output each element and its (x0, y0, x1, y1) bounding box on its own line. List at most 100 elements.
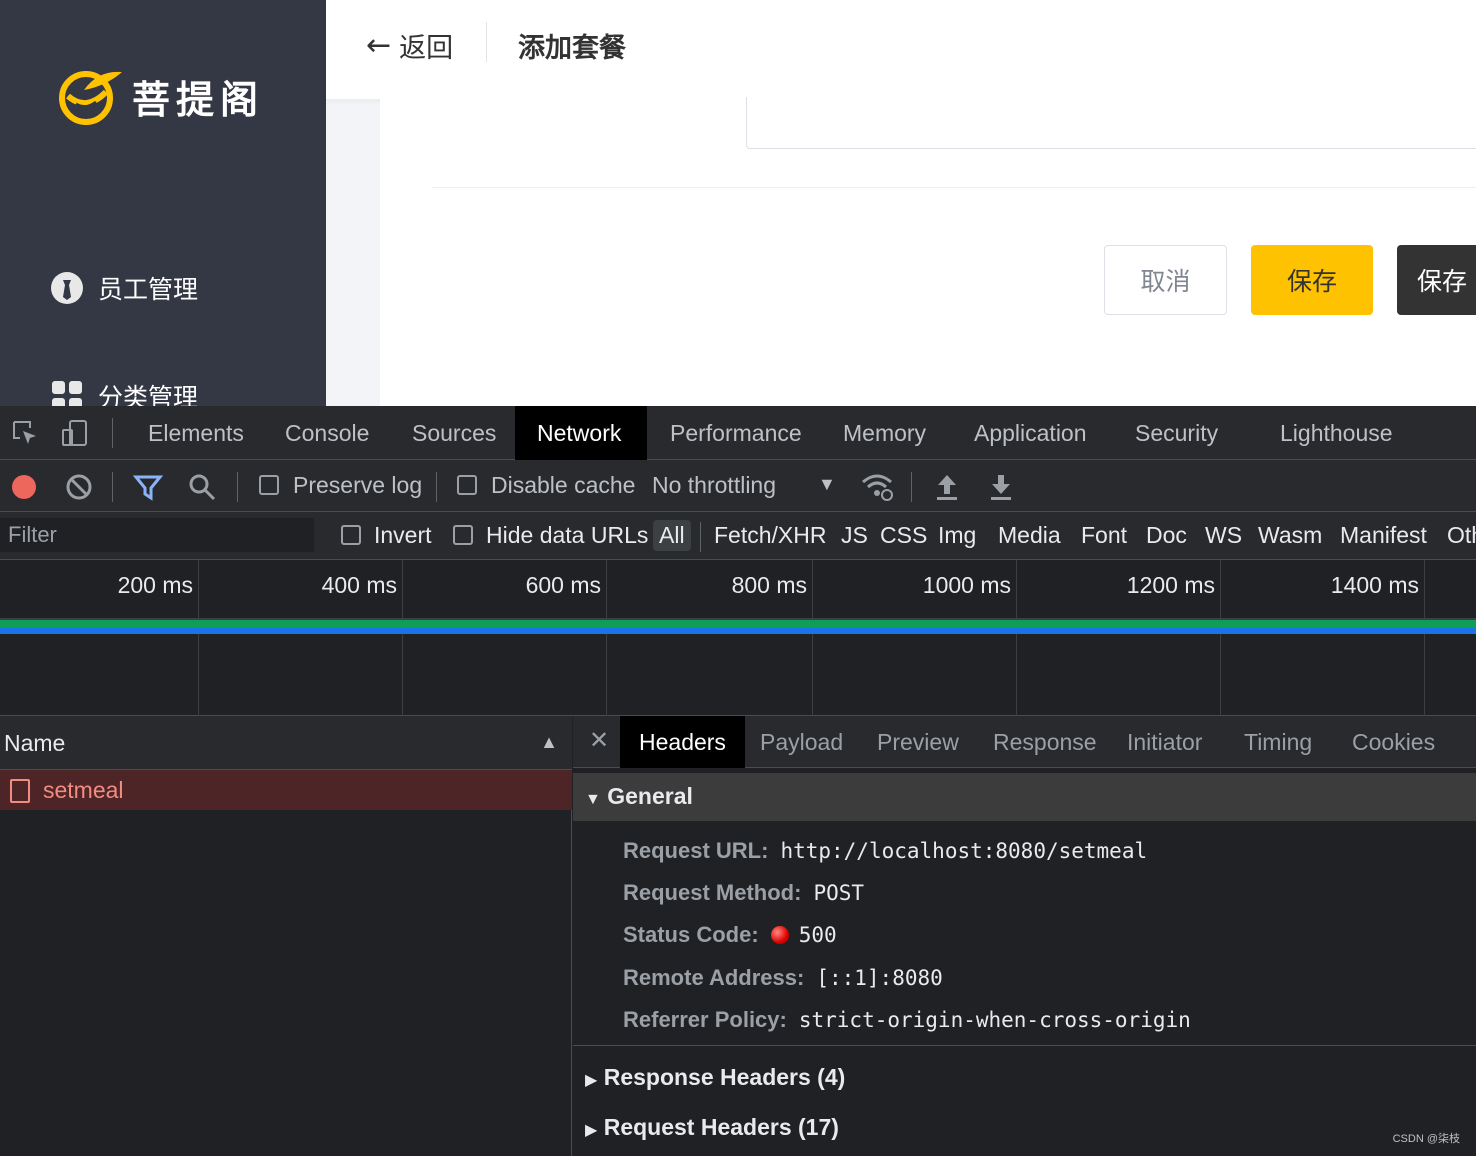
timeline-tick-label: 1200 ms (1126, 572, 1215, 598)
hide-data-urls-checkbox[interactable] (453, 525, 473, 545)
detail-tab-preview[interactable]: Preview (858, 716, 978, 768)
logo-text: 菩提阁 (132, 77, 265, 122)
sidebar-item-label: 分类管理 (98, 383, 199, 406)
filter-divider (700, 522, 701, 552)
timeline-gridline (198, 560, 199, 716)
preserve-log-checkbox[interactable] (259, 475, 279, 495)
tab-memory[interactable]: Memory (821, 406, 948, 460)
detail-tab-timing[interactable]: Timing (1225, 716, 1331, 768)
remote-address-key: Remote Address: (623, 965, 805, 990)
request-headers-section[interactable]: ▶ Request Headers (17) (585, 1114, 839, 1141)
back-button[interactable]: ← 返回 (366, 26, 453, 65)
sidebar: 菩提阁 员工管理 分类管理 (0, 0, 326, 406)
tab-elements[interactable]: Elements (126, 406, 266, 460)
web-page: 菩提阁 员工管理 分类管理 ← 返回 添加套餐 取消 保存 保存 (0, 0, 1476, 406)
request-list-header[interactable]: Name ▲ (0, 716, 572, 770)
devtools-tabbar: Elements Console Sources Network Perform… (0, 406, 1476, 460)
detail-tab-response[interactable]: Response (974, 716, 1116, 768)
invert-checkbox[interactable] (341, 525, 361, 545)
timeline-tick-label: 400 ms (321, 572, 397, 598)
back-label: 返回 (399, 33, 454, 64)
page-header: ← 返回 添加套餐 (326, 0, 1476, 99)
remote-address-row: Remote Address: [::1]:8080 (623, 965, 943, 991)
timeline-gridline (1424, 560, 1425, 716)
device-toolbar-icon[interactable] (60, 418, 90, 448)
request-method-value: POST (813, 881, 865, 905)
record-icon[interactable] (10, 473, 38, 501)
status-code-row: Status Code: 500 (623, 922, 837, 948)
network-overview-timeline[interactable]: 200 ms 400 ms 600 ms 800 ms 1000 ms 1200… (0, 560, 1476, 716)
close-icon[interactable]: ✕ (589, 726, 609, 755)
page-title: 添加套餐 (518, 33, 626, 64)
document-icon (10, 779, 30, 803)
detail-tab-payload[interactable]: Payload (741, 716, 862, 768)
tab-application[interactable]: Application (952, 406, 1109, 460)
remote-address-value: [::1]:8080 (816, 966, 943, 990)
referrer-policy-key: Referrer Policy: (623, 1007, 787, 1032)
filter-type-doc[interactable]: Doc (1140, 520, 1193, 551)
detail-tab-headers[interactable]: Headers (620, 716, 745, 768)
filter-input[interactable]: Filter (0, 518, 314, 552)
save-button[interactable]: 保存 (1251, 245, 1373, 315)
referrer-policy-row: Referrer Policy: strict-origin-when-cros… (623, 1007, 1191, 1033)
tab-lighthouse[interactable]: Lighthouse (1258, 406, 1415, 460)
tab-sources[interactable]: Sources (390, 406, 518, 460)
filter-type-all[interactable]: All (653, 520, 691, 551)
status-code-key: Status Code: (623, 922, 759, 947)
throttling-select[interactable]: No throttling (652, 472, 776, 499)
filter-type-ws[interactable]: WS (1199, 520, 1248, 551)
filter-type-other[interactable]: Oth (1441, 520, 1476, 551)
response-headers-section[interactable]: ▶ Response Headers (4) (585, 1064, 845, 1091)
request-method-row: Request Method: POST (623, 880, 864, 906)
tab-network[interactable]: Network (515, 406, 647, 460)
clear-icon[interactable] (65, 473, 93, 501)
cancel-button[interactable]: 取消 (1104, 245, 1227, 315)
toolbar-divider (436, 472, 437, 502)
logo-icon (59, 71, 122, 125)
detail-tab-initiator[interactable]: Initiator (1108, 716, 1221, 768)
detail-tab-cookies[interactable]: Cookies (1333, 716, 1454, 768)
disable-cache-checkbox[interactable] (457, 475, 477, 495)
detail-tabbar: ✕ Headers Payload Preview Response Initi… (573, 716, 1476, 768)
sidebar-item-category[interactable]: 分类管理 (50, 378, 198, 406)
save-and-continue-button[interactable]: 保存 (1397, 245, 1476, 315)
search-icon[interactable] (188, 473, 216, 501)
timeline-tick-label: 200 ms (117, 572, 193, 598)
filter-type-fetch-xhr[interactable]: Fetch/XHR (708, 520, 832, 551)
filter-type-css[interactable]: CSS (874, 520, 933, 551)
filter-type-img[interactable]: Img (932, 520, 982, 551)
header-divider (486, 22, 487, 62)
sidebar-item-employee[interactable]: 员工管理 (50, 270, 198, 306)
toolbar-divider (911, 472, 912, 502)
import-har-icon[interactable] (934, 472, 960, 502)
filter-type-js[interactable]: JS (835, 520, 874, 551)
filter-type-wasm[interactable]: Wasm (1252, 520, 1328, 551)
filter-type-manifest[interactable]: Manifest (1334, 520, 1433, 551)
timeline-gridline (1016, 560, 1017, 716)
export-har-icon[interactable] (988, 472, 1014, 502)
inspect-element-icon[interactable] (10, 418, 40, 448)
filter-type-media[interactable]: Media (992, 520, 1067, 551)
sort-ascending-icon: ▲ (540, 732, 558, 752)
tab-console[interactable]: Console (263, 406, 391, 460)
timeline-gridline (1220, 560, 1221, 716)
general-section-header[interactable]: ▼ General (573, 773, 1476, 821)
chevron-down-icon[interactable]: ▼ (818, 474, 836, 495)
timeline-gridline (606, 560, 607, 716)
filter-icon[interactable] (133, 473, 163, 501)
employee-icon (51, 272, 83, 304)
tab-security[interactable]: Security (1113, 406, 1240, 460)
request-url-key: Request URL: (623, 838, 769, 863)
network-conditions-icon[interactable] (860, 472, 894, 502)
hide-data-urls-label: Hide data URLs (486, 522, 649, 548)
tab-performance[interactable]: Performance (648, 406, 824, 460)
timeline-tick-label: 800 ms (731, 572, 807, 598)
filter-type-font[interactable]: Font (1075, 520, 1133, 551)
sidebar-item-label: 员工管理 (98, 275, 199, 304)
request-detail-panel: ✕ Headers Payload Preview Response Initi… (573, 716, 1476, 1156)
form-divider (432, 187, 1476, 188)
request-row[interactable]: setmeal (0, 770, 572, 810)
description-textarea[interactable] (746, 97, 1476, 149)
logo: 菩提阁 (54, 66, 264, 126)
request-url-value[interactable]: http://localhost:8080/setmeal (780, 839, 1147, 863)
